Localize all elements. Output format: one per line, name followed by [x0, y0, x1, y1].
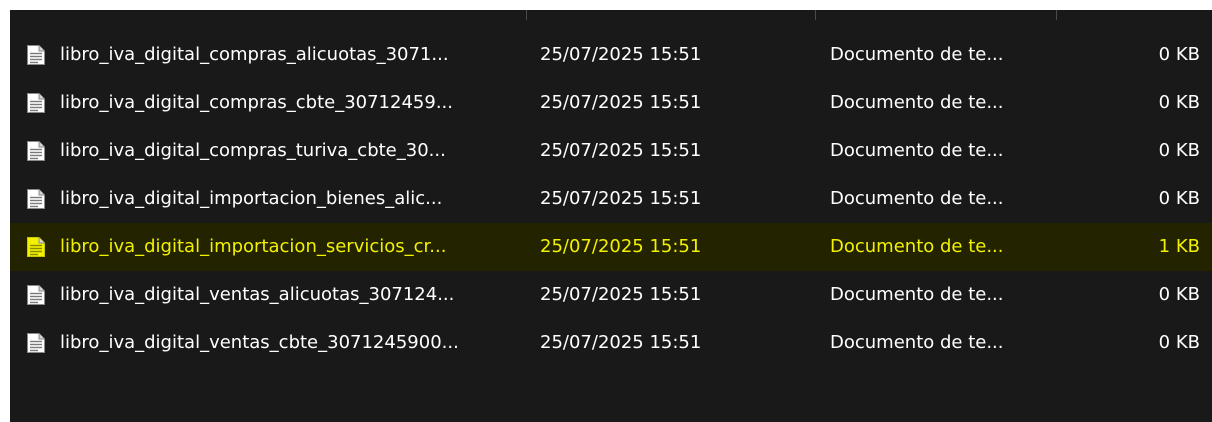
file-name: libro_iva_digital_importacion_servicios_…	[60, 236, 447, 257]
file-type: Documento de te...	[830, 236, 1004, 257]
text-document-icon	[23, 79, 49, 127]
file-row[interactable]: libro_iva_digital_importacion_bienes_ali…	[10, 175, 1212, 223]
file-name: libro_iva_digital_ventas_alicuotas_30712…	[60, 284, 455, 305]
file-size: 0 KB	[1158, 92, 1200, 113]
file-size: 0 KB	[1158, 332, 1200, 353]
file-name: libro_iva_digital_compras_turiva_cbte_30…	[60, 140, 446, 161]
column-resize-handle-name[interactable]	[526, 10, 527, 20]
text-document-icon	[23, 31, 49, 79]
text-document-icon	[23, 223, 49, 271]
file-size: 0 KB	[1158, 284, 1200, 305]
file-size: 0 KB	[1158, 140, 1200, 161]
file-row[interactable]: libro_iva_digital_compras_alicuotas_3071…	[10, 31, 1212, 79]
file-type: Documento de te...	[830, 44, 1004, 65]
file-date-modified: 25/07/2025 15:51	[540, 236, 702, 257]
file-size: 0 KB	[1158, 188, 1200, 209]
column-header-strip	[10, 10, 1212, 20]
file-type: Documento de te...	[830, 188, 1004, 209]
file-row[interactable]: libro_iva_digital_ventas_cbte_3071245900…	[10, 319, 1212, 367]
text-document-icon	[23, 127, 49, 175]
file-size: 0 KB	[1158, 44, 1200, 65]
file-row[interactable]: libro_iva_digital_ventas_alicuotas_30712…	[10, 271, 1212, 319]
column-resize-handle-date[interactable]	[815, 10, 816, 20]
text-document-icon	[23, 271, 49, 319]
file-size: 1 KB	[1158, 236, 1200, 257]
file-name: libro_iva_digital_ventas_cbte_3071245900…	[60, 332, 459, 353]
file-date-modified: 25/07/2025 15:51	[540, 44, 702, 65]
file-date-modified: 25/07/2025 15:51	[540, 332, 702, 353]
file-row-selected[interactable]: libro_iva_digital_importacion_servicios_…	[10, 223, 1212, 271]
text-document-icon	[23, 319, 49, 367]
file-name: libro_iva_digital_importacion_bienes_ali…	[60, 188, 443, 209]
file-type: Documento de te...	[830, 140, 1004, 161]
text-document-icon	[23, 175, 49, 223]
file-type: Documento de te...	[830, 284, 1004, 305]
file-date-modified: 25/07/2025 15:51	[540, 188, 702, 209]
file-date-modified: 25/07/2025 15:51	[540, 92, 702, 113]
file-type: Documento de te...	[830, 332, 1004, 353]
file-row[interactable]: libro_iva_digital_compras_turiva_cbte_30…	[10, 127, 1212, 175]
file-date-modified: 25/07/2025 15:51	[540, 284, 702, 305]
file-name: libro_iva_digital_compras_cbte_30712459.…	[60, 92, 453, 113]
file-list-pane: libro_iva_digital_compras_alicuotas_3071…	[10, 10, 1212, 422]
file-name: libro_iva_digital_compras_alicuotas_3071…	[60, 44, 449, 65]
file-row[interactable]: libro_iva_digital_compras_cbte_30712459.…	[10, 79, 1212, 127]
file-type: Documento de te...	[830, 92, 1004, 113]
file-date-modified: 25/07/2025 15:51	[540, 140, 702, 161]
column-resize-handle-type[interactable]	[1056, 10, 1057, 20]
